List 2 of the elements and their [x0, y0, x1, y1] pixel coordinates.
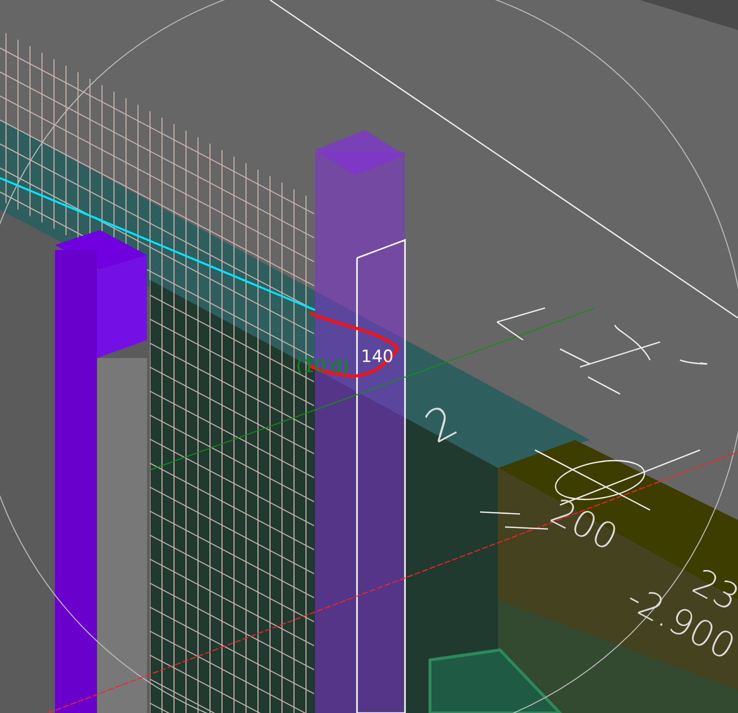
annotation-text: 2 — [417, 396, 466, 454]
annotation-text: 200 — [544, 492, 624, 560]
